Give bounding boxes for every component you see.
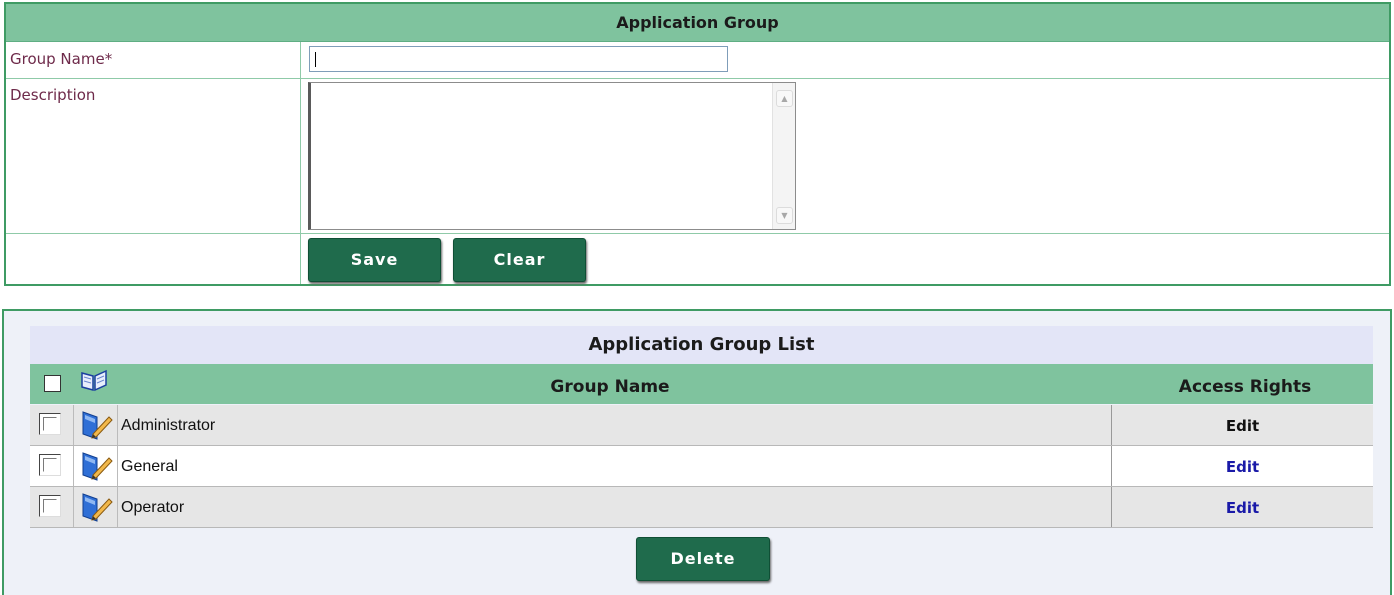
description-row: Description ▲ ▼: [6, 78, 1389, 234]
column-header-access-rights: Access Rights: [1178, 377, 1312, 397]
description-scrollbar[interactable]: ▲ ▼: [772, 83, 795, 229]
row-checkbox-cell: [30, 446, 74, 486]
edit-icon-cell: [74, 405, 118, 445]
edit-icon-cell: [74, 487, 118, 527]
description-label: Description: [6, 78, 301, 233]
edit-pencil-icon[interactable]: [80, 409, 114, 441]
access-rights-cell: Edit: [1111, 487, 1373, 527]
group-name-input[interactable]: [309, 46, 728, 72]
form-buttons-row: Save Clear: [6, 233, 1389, 284]
row-checkbox[interactable]: [39, 413, 61, 435]
application-group-list-panel: Application Group List Group Name Access…: [2, 309, 1392, 595]
list-header-row: Group Name Access Rights: [30, 364, 1373, 404]
scroll-up-icon[interactable]: ▲: [776, 90, 793, 107]
group-name-label: Group Name*: [6, 42, 301, 78]
list-title: Application Group List: [30, 326, 1373, 364]
table-row: Operator Edit: [30, 487, 1373, 528]
open-book-icon: [81, 369, 107, 392]
group-name-row: Group Name*: [6, 42, 1389, 79]
table-row: General Edit: [30, 446, 1373, 487]
row-checkbox-cell: [30, 487, 74, 527]
access-rights-cell: Edit: [1111, 405, 1373, 445]
edit-icon-cell: [74, 446, 118, 486]
clear-button[interactable]: Clear: [453, 238, 586, 282]
empty-label-cell: [6, 233, 301, 284]
application-group-form: Application Group Group Name* Descriptio…: [4, 2, 1391, 286]
select-all-checkbox[interactable]: [44, 375, 61, 392]
group-name-cell: Operator: [121, 499, 185, 516]
row-checkbox[interactable]: [39, 454, 61, 476]
column-header-group-name[interactable]: Group Name: [500, 364, 720, 410]
save-button[interactable]: Save: [308, 238, 441, 282]
description-textarea[interactable]: ▲ ▼: [308, 82, 796, 230]
form-title: Application Group: [6, 4, 1389, 42]
edit-pencil-icon[interactable]: [80, 450, 114, 482]
edit-access-link[interactable]: Edit: [1226, 417, 1259, 435]
group-name-cell: General: [121, 458, 178, 475]
scroll-down-icon[interactable]: ▼: [776, 207, 793, 224]
group-name-cell: Administrator: [121, 417, 216, 434]
edit-pencil-icon[interactable]: [80, 491, 114, 523]
edit-access-link[interactable]: Edit: [1226, 458, 1259, 476]
text-caret: [315, 52, 316, 67]
row-checkbox-cell: [30, 405, 74, 445]
delete-button[interactable]: Delete: [636, 537, 770, 581]
edit-access-link[interactable]: Edit: [1226, 499, 1259, 517]
table-row: Administrator Edit: [30, 405, 1373, 446]
access-rights-cell: Edit: [1111, 446, 1373, 486]
row-checkbox[interactable]: [39, 495, 61, 517]
